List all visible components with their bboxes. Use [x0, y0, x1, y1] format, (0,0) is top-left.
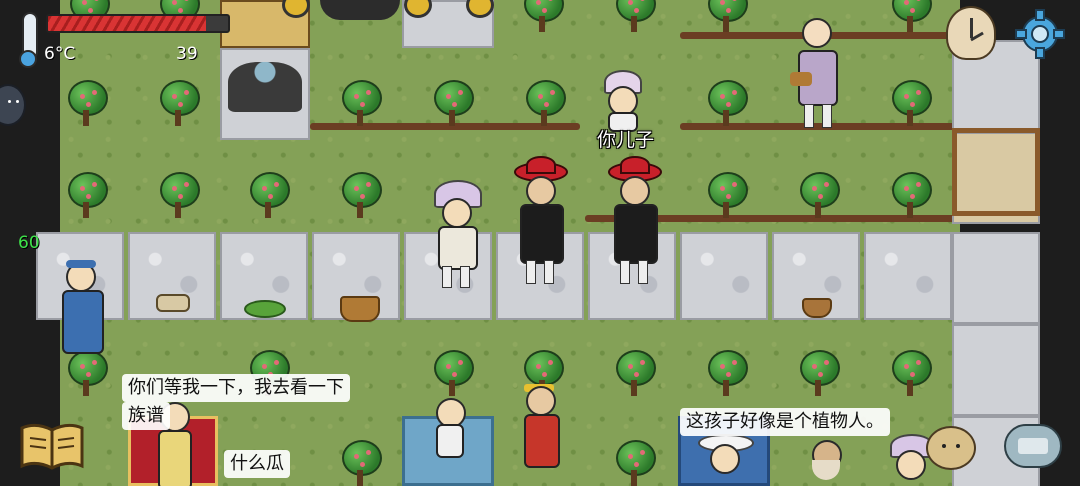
speech-what-melon: 什么瓜: [224, 450, 290, 478]
red-hat-crown: [620, 156, 650, 174]
fruit-tree[interactable]: [64, 80, 108, 128]
book-icon[interactable]: [20, 422, 84, 470]
speech-son: 你儿子: [597, 129, 655, 151]
villager-crowned[interactable]: [520, 378, 560, 478]
stone-tile[interactable]: [952, 324, 1040, 416]
age-readout: 60: [18, 233, 40, 253]
villager-baby[interactable]: [432, 396, 466, 466]
fruit-tree[interactable]: [704, 0, 748, 34]
fruit-tree[interactable]: [522, 80, 566, 128]
fruit-tree[interactable]: [430, 350, 474, 398]
fruit-tree[interactable]: [704, 350, 748, 398]
stone-well[interactable]: [228, 62, 302, 112]
speech-plant-person: 这孩子好像是个植物人。: [680, 408, 890, 436]
speech-wait-line1: 你们等我一下，我去看一下: [122, 374, 350, 402]
hunger-bar: [46, 14, 230, 33]
rock-pile[interactable]: [320, 0, 400, 20]
bowl-item[interactable]: [802, 298, 832, 318]
hunger-bar-fill: [48, 16, 207, 31]
speech-wait-line2: 族谱: [122, 402, 170, 430]
fruit-tree[interactable]: [796, 172, 840, 220]
fruit-tree[interactable]: [612, 440, 656, 486]
fruit-tree[interactable]: [704, 80, 748, 128]
wooden-fence[interactable]: [952, 128, 1040, 216]
headband: [66, 260, 96, 268]
thermometer-icon[interactable]: [18, 12, 38, 68]
fruit-tree[interactable]: [156, 172, 200, 220]
villager-woman-basket[interactable]: [782, 12, 852, 130]
fruit-tree[interactable]: [156, 80, 200, 128]
fruit-tree[interactable]: [430, 80, 474, 128]
villager-red-hat[interactable]: [512, 156, 568, 288]
gear-icon[interactable]: [1014, 8, 1066, 60]
food-count: 39: [176, 44, 198, 64]
beard: [812, 460, 840, 480]
fruit-tree[interactable]: [338, 440, 382, 486]
potato-face-icon[interactable]: [926, 426, 976, 470]
fruit-tree[interactable]: [888, 0, 932, 34]
basket-item[interactable]: [340, 296, 380, 322]
fruit-tree[interactable]: [888, 172, 932, 220]
fruit-tree[interactable]: [64, 172, 108, 220]
fruit-tree[interactable]: [338, 80, 382, 128]
bone-item[interactable]: [156, 294, 190, 312]
child-villager-white-hat[interactable]: [598, 70, 644, 132]
fruit-tree[interactable]: [888, 350, 932, 398]
stone-tile[interactable]: [952, 232, 1040, 324]
fruit-tree[interactable]: [704, 172, 748, 220]
keyboard-icon[interactable]: [1004, 424, 1062, 468]
fruit-tree[interactable]: [520, 0, 564, 34]
villager-red-hat[interactable]: [606, 156, 662, 288]
stone-tile[interactable]: [864, 232, 952, 320]
temperature-readout: 6°C: [44, 44, 76, 64]
game-world[interactable]: 你儿子 你们等我一下，我去看一下 族谱 什么瓜 这孩子好像是个植物人。: [0, 0, 1080, 486]
fruit-tree[interactable]: [888, 80, 932, 128]
basket-item: [790, 72, 812, 86]
villager-blue-headband[interactable]: [56, 256, 106, 362]
villager-white-hat-bottom[interactable]: [696, 430, 754, 486]
villager-bearded[interactable]: [800, 436, 850, 486]
fruit-tree[interactable]: [612, 0, 656, 34]
fruit-tree[interactable]: [338, 172, 382, 220]
villager-purple-hat[interactable]: [428, 180, 484, 290]
fruit-tree[interactable]: [796, 350, 840, 398]
stone-tile[interactable]: [680, 232, 768, 320]
fruit-tree[interactable]: [612, 350, 656, 398]
red-hat-crown: [526, 156, 556, 174]
clock-icon[interactable]: [946, 6, 996, 60]
leaves-item[interactable]: [244, 300, 286, 318]
fruit-tree[interactable]: [246, 172, 290, 220]
